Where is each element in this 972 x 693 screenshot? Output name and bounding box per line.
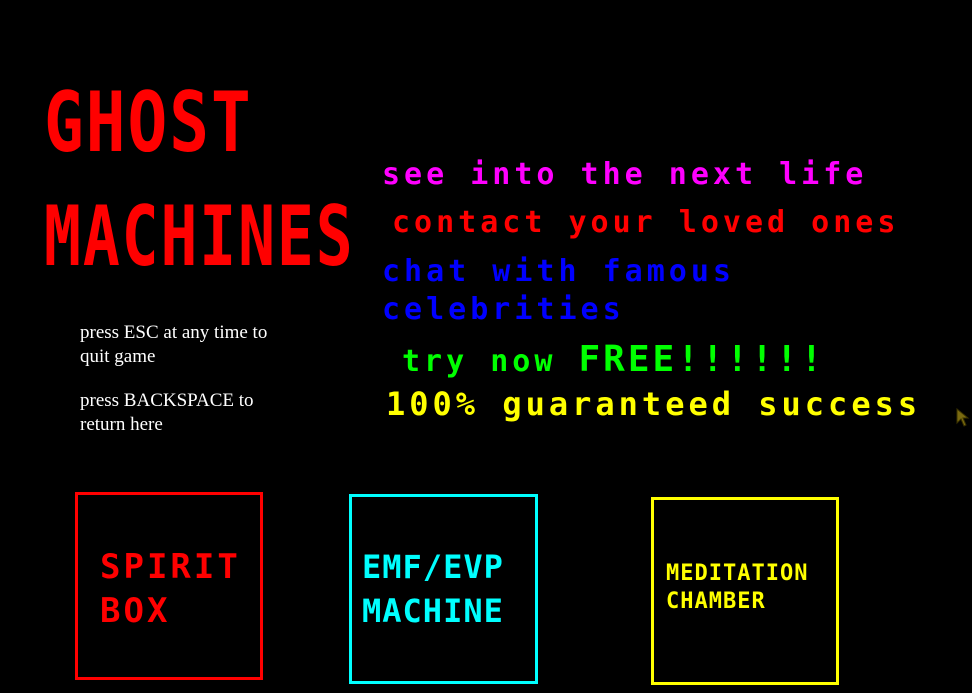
tagline-try-prefix: try now — [402, 344, 579, 379]
tagline-see-next-life: see into the next life — [382, 157, 868, 192]
tagline-guarantee: 100% guaranteed success — [386, 385, 922, 423]
tagline-free: FREE!!!!!! — [578, 339, 826, 380]
main-menu-screen: GHOST MACHINES see into the next life co… — [0, 0, 972, 693]
tagline-contact-loved-ones: contact your loved ones — [392, 205, 900, 240]
spirit-box-label: SPIRIT BOX — [100, 547, 241, 631]
tagline-try-free: try now FREE!!!!!! — [402, 342, 825, 378]
help-quit-text: press ESC at any time to quit game — [80, 322, 268, 367]
emf-evp-machine-button[interactable]: EMF/EVP MACHINE — [349, 494, 538, 684]
mouse-pointer-icon — [956, 408, 970, 427]
meditation-chamber-label: MEDITATION CHAMBER — [666, 561, 809, 614]
meditation-chamber-button[interactable]: MEDITATION CHAMBER — [651, 497, 839, 685]
spirit-box-button[interactable]: SPIRIT BOX — [75, 492, 263, 680]
tagline-chat-celebrities: chat with famous celebrities — [382, 254, 735, 327]
emf-evp-machine-label: EMF/EVP MACHINE — [362, 548, 504, 630]
game-title-line-1: GHOST — [44, 74, 253, 171]
help-return-text: press BACKSPACE to return here — [80, 390, 254, 435]
game-title-line-2: MACHINES — [44, 188, 355, 285]
